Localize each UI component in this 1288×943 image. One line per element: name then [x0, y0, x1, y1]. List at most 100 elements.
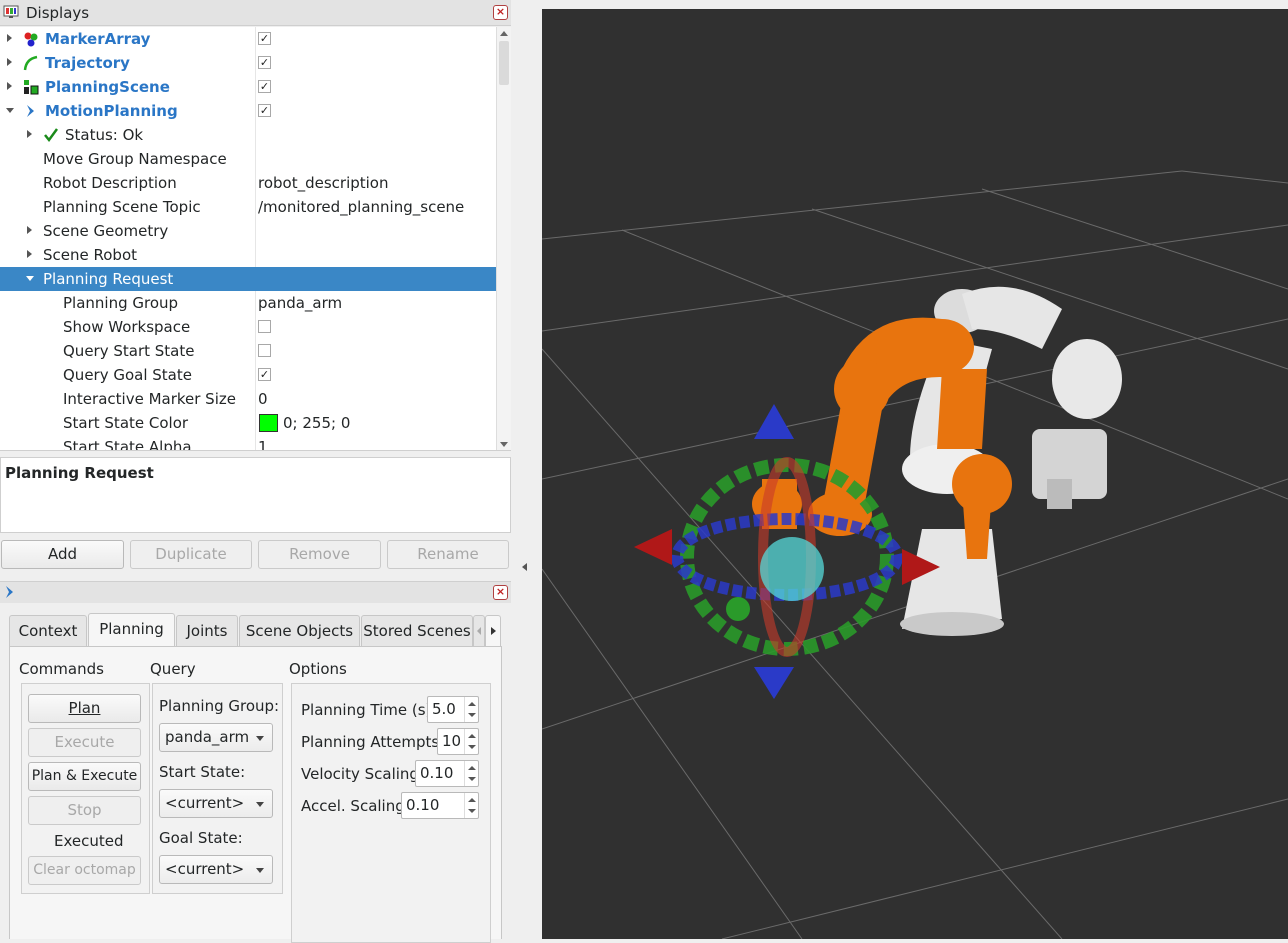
rename-button[interactable]: Rename: [387, 540, 509, 569]
property-value[interactable]: 1: [258, 438, 268, 450]
tree-row-planning-request[interactable]: Planning Request: [0, 267, 496, 291]
close-icon[interactable]: ×: [493, 585, 508, 600]
duplicate-button[interactable]: Duplicate: [130, 540, 252, 569]
expand-arrow-icon[interactable]: [27, 130, 32, 138]
property-label: Planning Group: [63, 294, 179, 312]
tab-scroll-right-icon[interactable]: [485, 615, 501, 646]
property-label: Scene Robot: [43, 246, 138, 264]
expand-arrow-icon[interactable]: [7, 34, 12, 42]
scene-render[interactable]: [542, 9, 1288, 939]
velocity-scaling-spinbox[interactable]: 0.10: [415, 760, 479, 787]
tab-joints[interactable]: Joints: [176, 615, 238, 646]
spin-arrows-icon: [464, 761, 478, 786]
planning-group-select[interactable]: panda_arm: [159, 723, 273, 752]
plan-execute-button[interactable]: Plan & Execute: [28, 762, 141, 791]
tree-row-motionplanning[interactable]: MotionPlanning ✓: [0, 99, 496, 123]
tree-row-planning-group[interactable]: Planning Group panda_arm: [0, 291, 496, 315]
checkbox[interactable]: [258, 344, 271, 357]
property-value[interactable]: 0; 255; 0: [283, 414, 350, 432]
monitor-icon: [3, 5, 19, 18]
tab-planning[interactable]: Planning: [88, 613, 175, 647]
tree-row-robot-description[interactable]: Robot Description robot_description: [0, 171, 496, 195]
checkbox[interactable]: ✓: [258, 32, 271, 45]
left-panel: Displays × MarkerArray ✓ Trajectory ✓ Pl…: [0, 0, 512, 943]
planning-attempts-spinbox[interactable]: 10: [437, 728, 479, 755]
collapse-arrow-icon[interactable]: [26, 276, 34, 281]
3d-viewport[interactable]: [542, 9, 1288, 939]
accel-scaling-spinbox[interactable]: 0.10: [401, 792, 479, 819]
property-value[interactable]: /monitored_planning_scene: [258, 198, 464, 216]
tree-row-planningscene[interactable]: PlanningScene ✓: [0, 75, 496, 99]
tree-row-scene-robot[interactable]: Scene Robot: [0, 243, 496, 267]
property-label: Query Start State: [63, 342, 195, 360]
collapse-arrow-icon[interactable]: [6, 108, 14, 113]
checkbox[interactable]: ✓: [258, 104, 271, 117]
tree-row-markerarray[interactable]: MarkerArray ✓: [0, 27, 496, 51]
property-label: Interactive Marker Size: [63, 390, 236, 408]
tree-row-query-goal-state[interactable]: Query Goal State ✓: [0, 363, 496, 387]
tree-row-status[interactable]: Status: Ok: [0, 123, 496, 147]
tree-row-scene-geometry[interactable]: Scene Geometry: [0, 219, 496, 243]
tree-row-move-group-ns[interactable]: Move Group Namespace: [0, 147, 496, 171]
tree-row-trajectory[interactable]: Trajectory ✓: [0, 51, 496, 75]
remove-button[interactable]: Remove: [258, 540, 381, 569]
plan-button[interactable]: Plan: [28, 694, 141, 723]
stop-button[interactable]: Stop: [28, 796, 141, 825]
scroll-down-icon[interactable]: [500, 442, 508, 447]
add-button[interactable]: Add: [1, 540, 124, 569]
chevron-down-icon: [256, 802, 264, 807]
planning-time-spinbox[interactable]: 5.0: [427, 696, 479, 723]
spin-arrows-icon: [464, 729, 478, 754]
description-title: Planning Request: [5, 464, 154, 482]
scroll-up-icon[interactable]: [500, 31, 508, 36]
tab-scroll-left-icon[interactable]: [473, 615, 485, 646]
query-title: Query: [150, 660, 196, 678]
property-value[interactable]: 0: [258, 390, 268, 408]
property-value[interactable]: robot_description: [258, 174, 389, 192]
expand-arrow-icon[interactable]: [7, 82, 12, 90]
start-state-select[interactable]: <current>: [159, 789, 273, 818]
tree-row-interactive-marker-size[interactable]: Interactive Marker Size 0: [0, 387, 496, 411]
tree-label: Trajectory: [45, 54, 130, 72]
checkbox[interactable]: ✓: [258, 80, 271, 93]
tree-row-start-state-color[interactable]: Start State Color 0; 255; 0: [0, 411, 496, 435]
displays-title: Displays: [26, 4, 90, 22]
tree-row-planning-scene-topic[interactable]: Planning Scene Topic /monitored_planning…: [0, 195, 496, 219]
markerarray-icon: [24, 32, 38, 47]
property-description: Planning Request: [0, 457, 511, 533]
tab-context[interactable]: Context: [9, 615, 87, 646]
clear-octomap-button[interactable]: Clear octomap: [28, 856, 141, 885]
scroll-thumb[interactable]: [499, 41, 509, 85]
expand-arrow-icon[interactable]: [7, 58, 12, 66]
tree-scrollbar[interactable]: [496, 27, 511, 450]
goal-state-select[interactable]: <current>: [159, 855, 273, 884]
tree-row-start-state-alpha[interactable]: Start State Alpha 1: [0, 435, 496, 451]
displays-tree: MarkerArray ✓ Trajectory ✓ PlanningScene…: [0, 27, 511, 451]
expand-arrow-icon[interactable]: [27, 226, 32, 234]
chevron-down-icon: [256, 736, 264, 741]
collapse-panel-icon[interactable]: [522, 563, 527, 571]
execution-status: Executed: [54, 832, 124, 850]
property-label: Planning Scene Topic: [43, 198, 201, 216]
planning-time-label: Planning Time (s):: [301, 701, 437, 719]
tab-scene-objects[interactable]: Scene Objects: [239, 615, 360, 646]
spin-arrows-icon: [464, 697, 478, 722]
color-swatch[interactable]: [259, 414, 278, 432]
property-label: Start State Alpha: [63, 438, 192, 451]
velocity-scaling-label: Velocity Scaling:: [301, 765, 424, 783]
interactive-marker: [634, 404, 940, 699]
expand-arrow-icon[interactable]: [27, 250, 32, 258]
planning-group-label: Planning Group:: [159, 697, 280, 715]
execute-button[interactable]: Execute: [28, 728, 141, 757]
planningscene-icon: [24, 80, 39, 95]
close-icon[interactable]: ×: [493, 5, 508, 20]
checkbox[interactable]: ✓: [258, 56, 271, 69]
checkbox[interactable]: ✓: [258, 368, 271, 381]
tree-row-query-start-state[interactable]: Query Start State: [0, 339, 496, 363]
property-value[interactable]: panda_arm: [258, 294, 342, 312]
motionplanning-icon: [6, 586, 13, 598]
tree-row-show-workspace[interactable]: Show Workspace: [0, 315, 496, 339]
tab-stored-scenes[interactable]: Stored Scenes: [361, 615, 473, 646]
checkbox[interactable]: [258, 320, 271, 333]
checkmark-icon: [44, 128, 59, 143]
